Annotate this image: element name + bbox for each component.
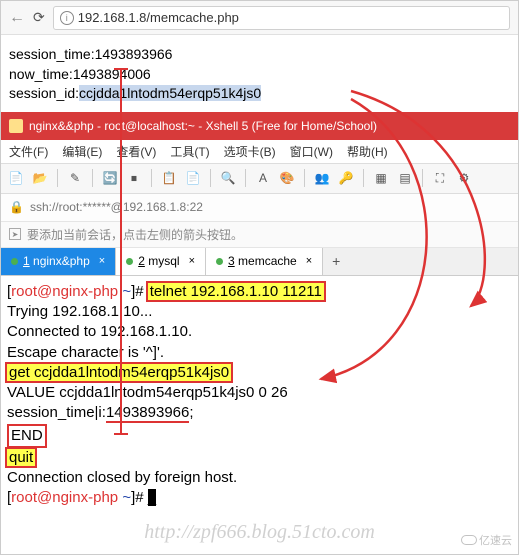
- close-icon[interactable]: ×: [189, 255, 195, 267]
- cmd-quit: quit: [7, 449, 35, 466]
- color-icon[interactable]: 🎨: [278, 169, 296, 187]
- menu-edit[interactable]: 编辑(E): [62, 143, 102, 160]
- tab-bar: 1 nginx&php × 2 mysql × 3 memcache × +: [1, 248, 518, 276]
- session-path: ssh://root:******@192.168.1.8:22: [30, 200, 203, 214]
- cmd-telnet: telnet 192.168.1.10 11211: [148, 283, 324, 300]
- bookmark-icon[interactable]: ➤: [9, 228, 21, 240]
- close-icon[interactable]: ×: [306, 255, 312, 267]
- tab-mysql[interactable]: 2 mysql ×: [116, 248, 206, 275]
- menu-bar[interactable]: 文件(F) 编辑(E) 查看(V) 工具(T) 选项卡(B) 窗口(W) 帮助(…: [1, 140, 518, 164]
- tab-nginx-php[interactable]: 1 nginx&php ×: [1, 248, 116, 275]
- terminal-output[interactable]: [root@nginx-php ~]# telnet 192.168.1.10 …: [1, 276, 518, 515]
- watermark: http://zpf666.blog.51cto.com: [144, 521, 375, 544]
- new-session-icon[interactable]: 📄: [7, 169, 25, 187]
- font-icon[interactable]: A: [254, 169, 272, 187]
- session-id-selected: ccjdda1lntodm54erqp51k4js0: [79, 85, 261, 101]
- menu-tabs[interactable]: 选项卡(B): [224, 143, 276, 160]
- copy-icon[interactable]: 📋: [160, 169, 178, 187]
- lock-icon: 🔒: [9, 200, 24, 214]
- address-bar[interactable]: i 192.168.1.8/memcache.php: [53, 6, 510, 30]
- edit-icon[interactable]: ✎: [66, 169, 84, 187]
- browser-page-content: session_time:1493893966 now_time:1493894…: [1, 35, 518, 112]
- reload-button[interactable]: ⟳: [33, 9, 45, 26]
- disconnect-icon[interactable]: ⏹: [125, 169, 143, 187]
- back-arrow[interactable]: ←: [9, 9, 25, 27]
- menu-tools[interactable]: 工具(T): [170, 143, 209, 160]
- fullscreen-icon[interactable]: ⛶: [431, 169, 449, 187]
- menu-file[interactable]: 文件(F): [9, 143, 48, 160]
- open-session-icon[interactable]: 📂: [31, 169, 49, 187]
- status-dot-icon: [216, 258, 223, 265]
- status-dot-icon: [126, 258, 133, 265]
- tab-add-button[interactable]: +: [323, 253, 349, 269]
- users-icon[interactable]: 👥: [313, 169, 331, 187]
- grid-icon[interactable]: ▤: [396, 169, 414, 187]
- status-dot-icon: [11, 258, 18, 265]
- xshell-title-bar: nginx&&php - root@localhost:~ - Xshell 5…: [1, 112, 518, 140]
- tip-text: 要添加当前会话，点击左侧的箭头按钮。: [27, 226, 243, 243]
- tab-memcache[interactable]: 3 memcache ×: [206, 248, 323, 275]
- provider-logo: 亿速云: [461, 532, 512, 548]
- xshell-app-icon: [9, 119, 23, 133]
- xshell-title-text: nginx&&php - root@localhost:~ - Xshell 5…: [29, 119, 377, 133]
- layout-icon[interactable]: ▦: [372, 169, 390, 187]
- tip-bar: ➤ 要添加当前会话，点击左侧的箭头按钮。: [1, 222, 518, 248]
- timestamp-match: 1493893966: [106, 404, 189, 423]
- menu-help[interactable]: 帮助(H): [347, 143, 388, 160]
- menu-window[interactable]: 窗口(W): [290, 143, 333, 160]
- cmd-get: get ccjdda1lntodm54erqp51k4js0: [7, 364, 231, 381]
- close-icon[interactable]: ×: [99, 255, 105, 267]
- session-bar: 🔒 ssh://root:******@192.168.1.8:22: [1, 194, 518, 222]
- reconnect-icon[interactable]: 🔄: [101, 169, 119, 187]
- url-text: 192.168.1.8/memcache.php: [78, 10, 239, 25]
- paste-icon[interactable]: 📄: [184, 169, 202, 187]
- info-icon: i: [60, 11, 74, 25]
- key-icon[interactable]: 🔑: [337, 169, 355, 187]
- find-icon[interactable]: 🔍: [219, 169, 237, 187]
- end-marker: END: [7, 424, 47, 448]
- settings-icon[interactable]: ⚙: [455, 169, 473, 187]
- toolbar: 📄 📂 ✎ 🔄 ⏹ 📋 📄 🔍 A 🎨 👥 🔑 ▦ ▤ ⛶ ⚙: [1, 164, 518, 194]
- menu-view[interactable]: 查看(V): [116, 143, 156, 160]
